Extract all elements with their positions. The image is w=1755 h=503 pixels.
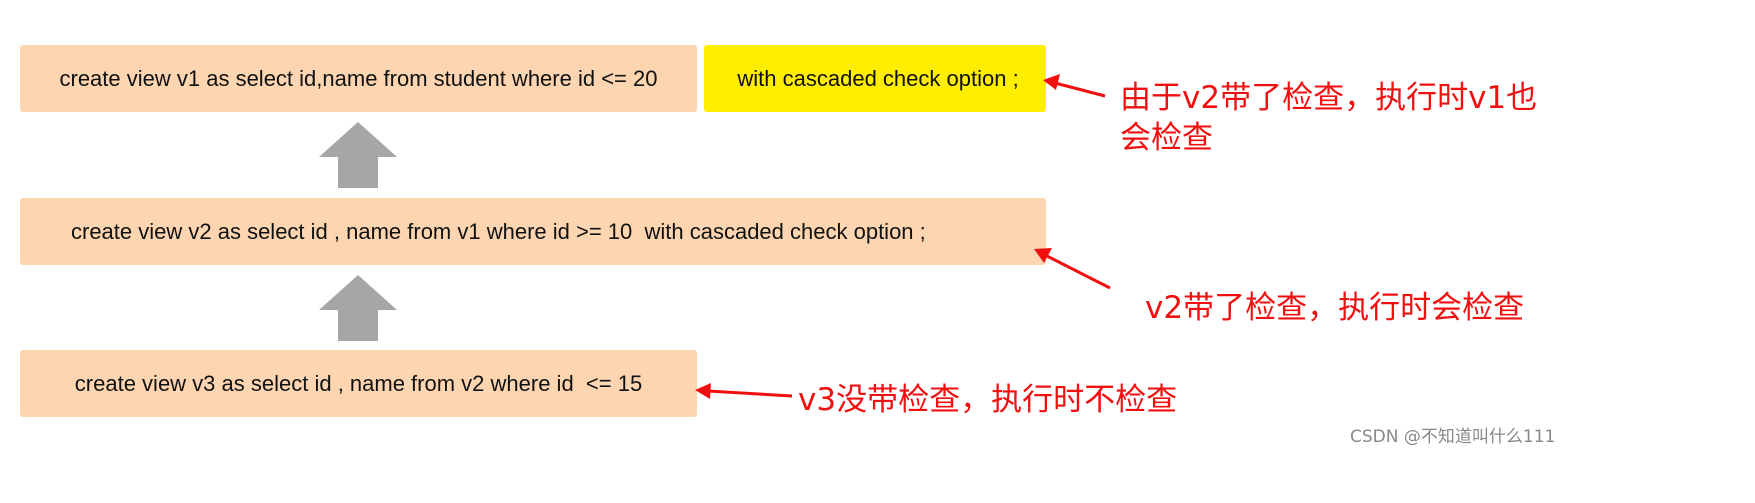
v3-annotation: v3没带检查，执行时不检查	[798, 382, 1178, 418]
pointer-arrow-v2	[1044, 253, 1111, 290]
up-arrow-icon	[319, 122, 397, 188]
v1-annotation: 由于v2带了检查，执行时v1也 会检查	[1120, 78, 1537, 158]
v2-annotation: v2带了检查，执行时会检查	[1145, 290, 1525, 326]
v1-annotation-line1: 由于v2带了检查，执行时v1也	[1120, 80, 1538, 116]
pointer-arrow-v1	[1054, 81, 1106, 98]
v1-annotation-line2: 会检查	[1120, 120, 1213, 156]
watermark: CSDN @不知道叫什么111	[1350, 427, 1556, 447]
up-arrow-icon	[319, 275, 397, 341]
pointer-arrow-v3	[707, 389, 793, 398]
